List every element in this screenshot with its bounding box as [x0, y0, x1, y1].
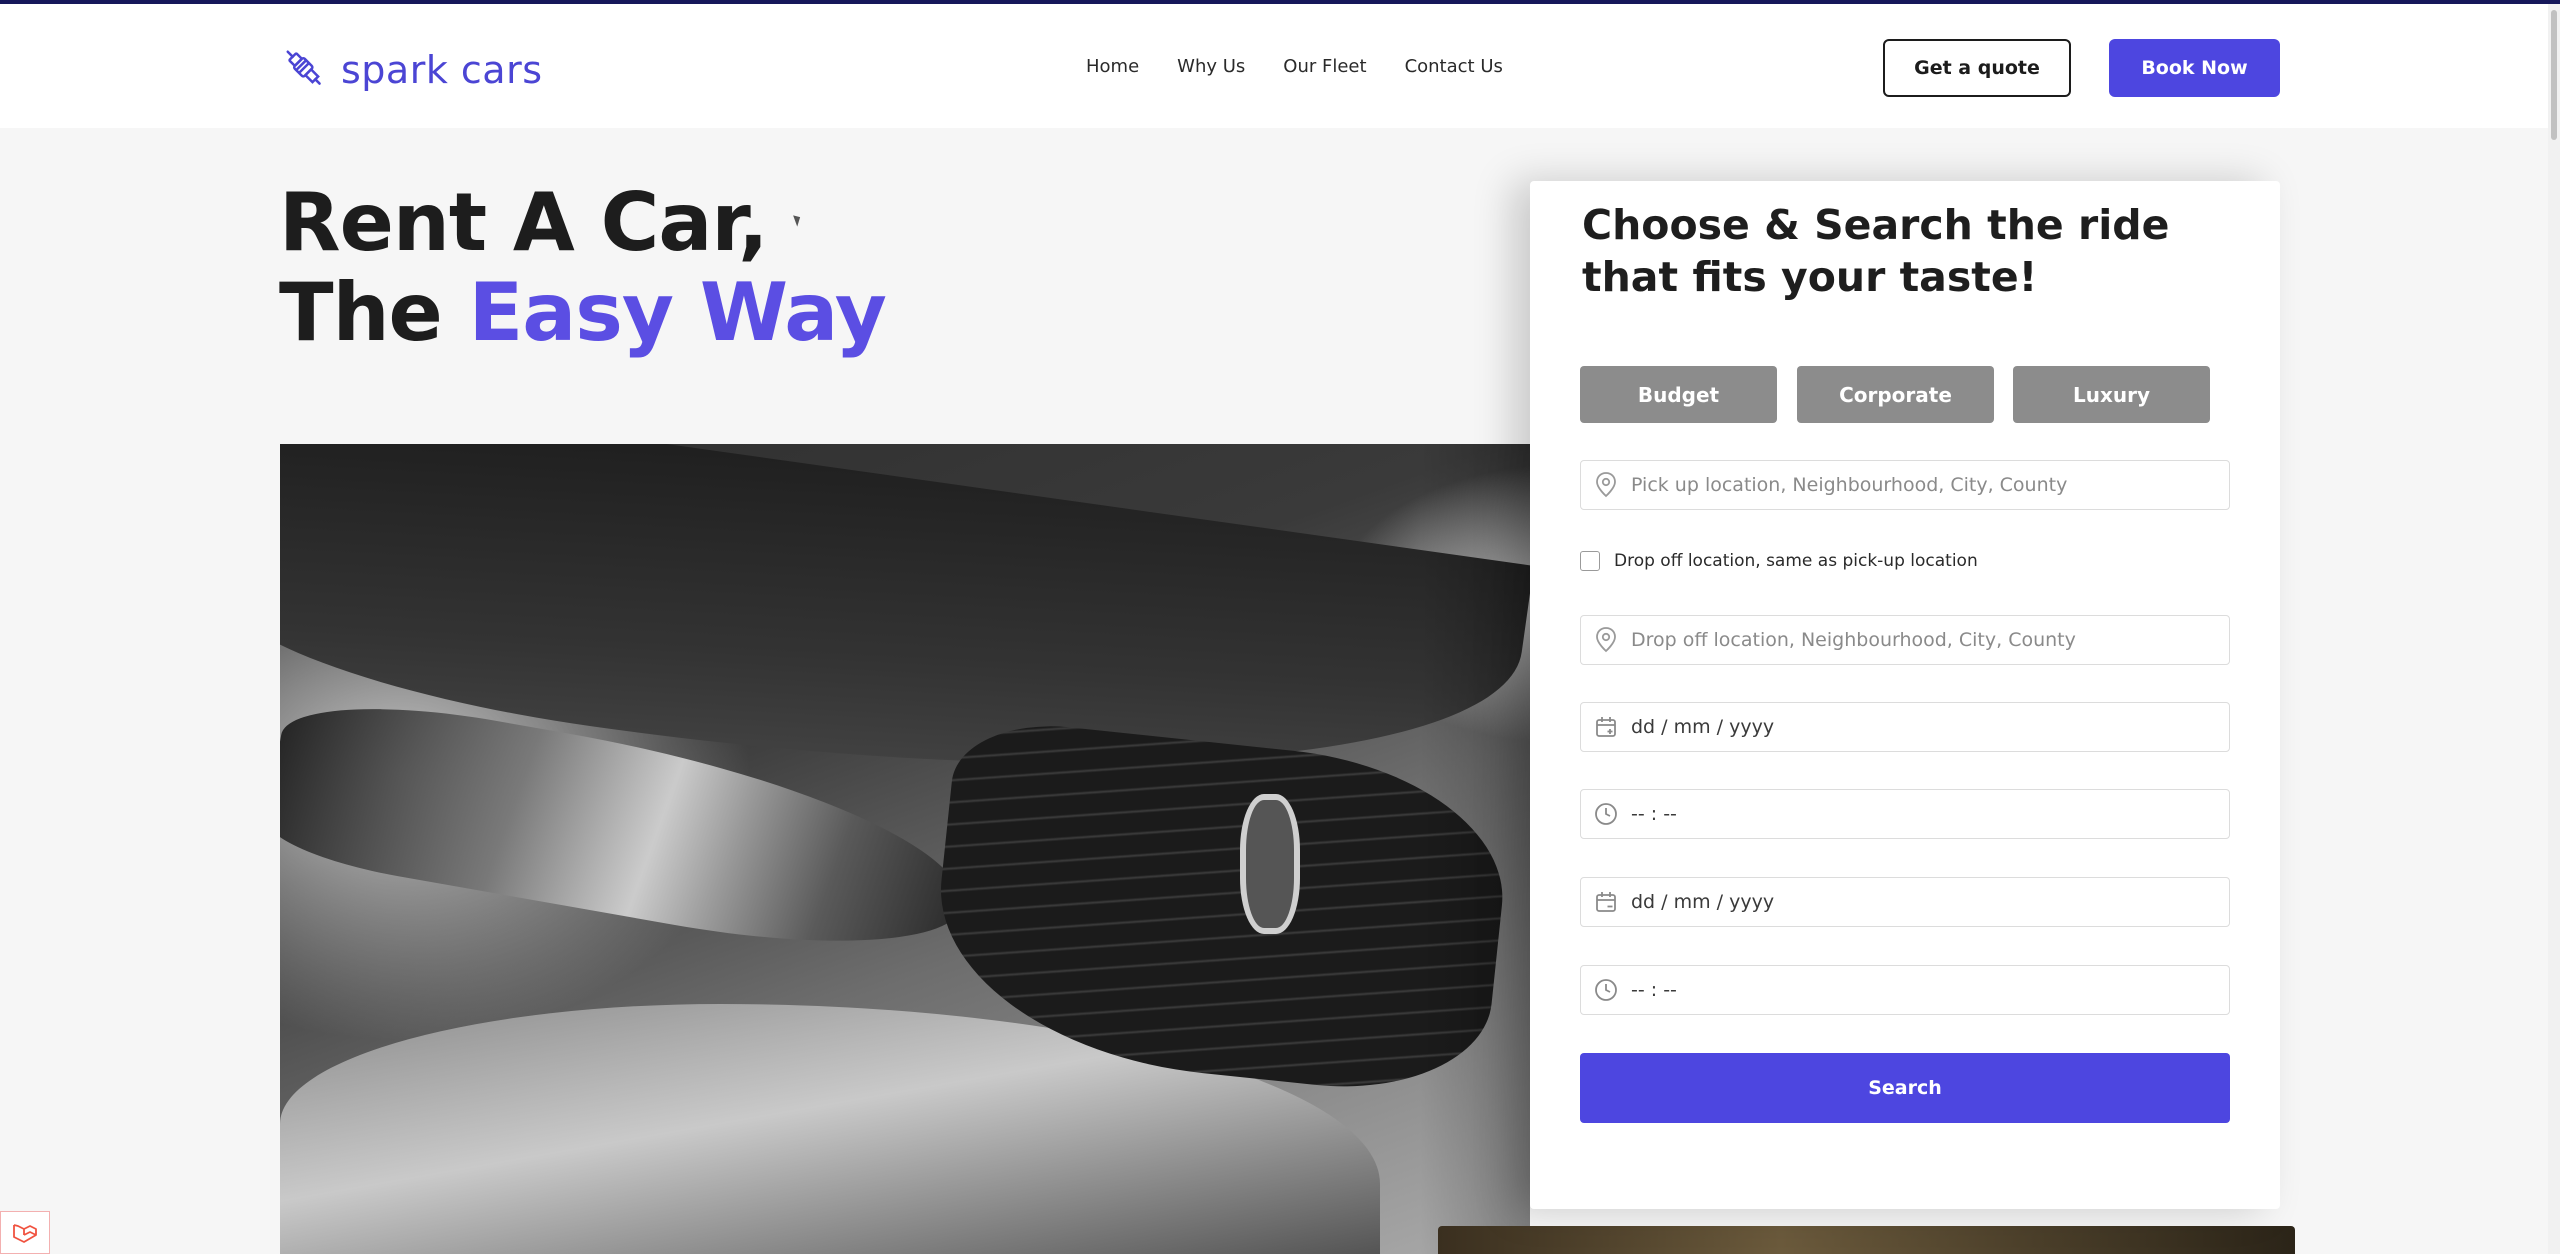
nav-home[interactable]: Home: [1086, 56, 1139, 77]
search-card: Choose & Search the ride that fits your …: [1530, 181, 2280, 1209]
return-time-value: -- : --: [1631, 979, 1677, 1001]
return-date-field[interactable]: dd / mm / yyyy: [1580, 877, 2230, 927]
same-dropoff-checkbox[interactable]: [1580, 551, 1600, 571]
location-pin-icon: [1581, 461, 1631, 509]
calendar-icon: [1581, 703, 1631, 751]
hero-title-accent: Easy Way: [468, 266, 887, 359]
dropoff-location-input[interactable]: [1631, 618, 2221, 662]
pickup-date-value: dd / mm / yyyy: [1631, 716, 1775, 738]
get-quote-button[interactable]: Get a quote: [1883, 39, 2071, 97]
secondary-image: [1438, 1226, 2295, 1254]
hero-title: Rent A Car, The Easy Way: [279, 176, 887, 359]
hero-car-image: [280, 444, 1530, 1254]
nav-contact-us[interactable]: Contact Us: [1405, 56, 1503, 77]
image-shadow: [1420, 444, 1530, 1254]
book-now-button[interactable]: Book Now: [2109, 39, 2280, 97]
return-date-value: dd / mm / yyyy: [1631, 891, 1775, 913]
calendar-icon: [1581, 878, 1631, 926]
pickup-time-value: -- : --: [1631, 803, 1677, 825]
clock-icon: [1581, 966, 1631, 1014]
same-dropoff-label: Drop off location, same as pick-up locat…: [1614, 551, 1978, 571]
pickup-time-field[interactable]: -- : --: [1580, 789, 2230, 839]
site-header: spark cars Home Why Us Our Fleet Contact…: [0, 4, 2560, 128]
pickup-location-input[interactable]: [1631, 463, 2221, 507]
main-nav: Home Why Us Our Fleet Contact Us: [1086, 56, 1503, 77]
search-button[interactable]: Search: [1580, 1053, 2230, 1123]
nav-our-fleet[interactable]: Our Fleet: [1283, 56, 1366, 77]
hero-title-line1: Rent A Car,: [279, 176, 768, 269]
segment-corporate-button[interactable]: Corporate: [1797, 366, 1994, 423]
dropoff-location-field[interactable]: [1580, 615, 2230, 665]
scrollbar-track[interactable]: [2548, 4, 2560, 1254]
spark-plug-icon: [279, 43, 329, 97]
pickup-date-field[interactable]: dd / mm / yyyy: [1580, 702, 2230, 752]
clock-icon: [1581, 790, 1631, 838]
same-dropoff-checkbox-row[interactable]: Drop off location, same as pick-up locat…: [1580, 551, 1978, 571]
nav-why-us[interactable]: Why Us: [1177, 56, 1245, 77]
pickup-location-field[interactable]: [1580, 460, 2230, 510]
return-time-field[interactable]: -- : --: [1580, 965, 2230, 1015]
car-badge: [1240, 794, 1300, 934]
hero-title-line2-prefix: The: [279, 266, 469, 359]
laravel-debug-icon[interactable]: [0, 1211, 50, 1254]
location-pin-icon: [1581, 616, 1631, 664]
brand-logo[interactable]: spark cars: [279, 42, 543, 98]
scrollbar-thumb[interactable]: [2551, 10, 2557, 140]
brand-name: spark cars: [341, 48, 543, 92]
segment-luxury-button[interactable]: Luxury: [2013, 366, 2210, 423]
search-card-title: Choose & Search the ride that fits your …: [1582, 201, 2170, 301]
segment-budget-button[interactable]: Budget: [1580, 366, 1777, 423]
